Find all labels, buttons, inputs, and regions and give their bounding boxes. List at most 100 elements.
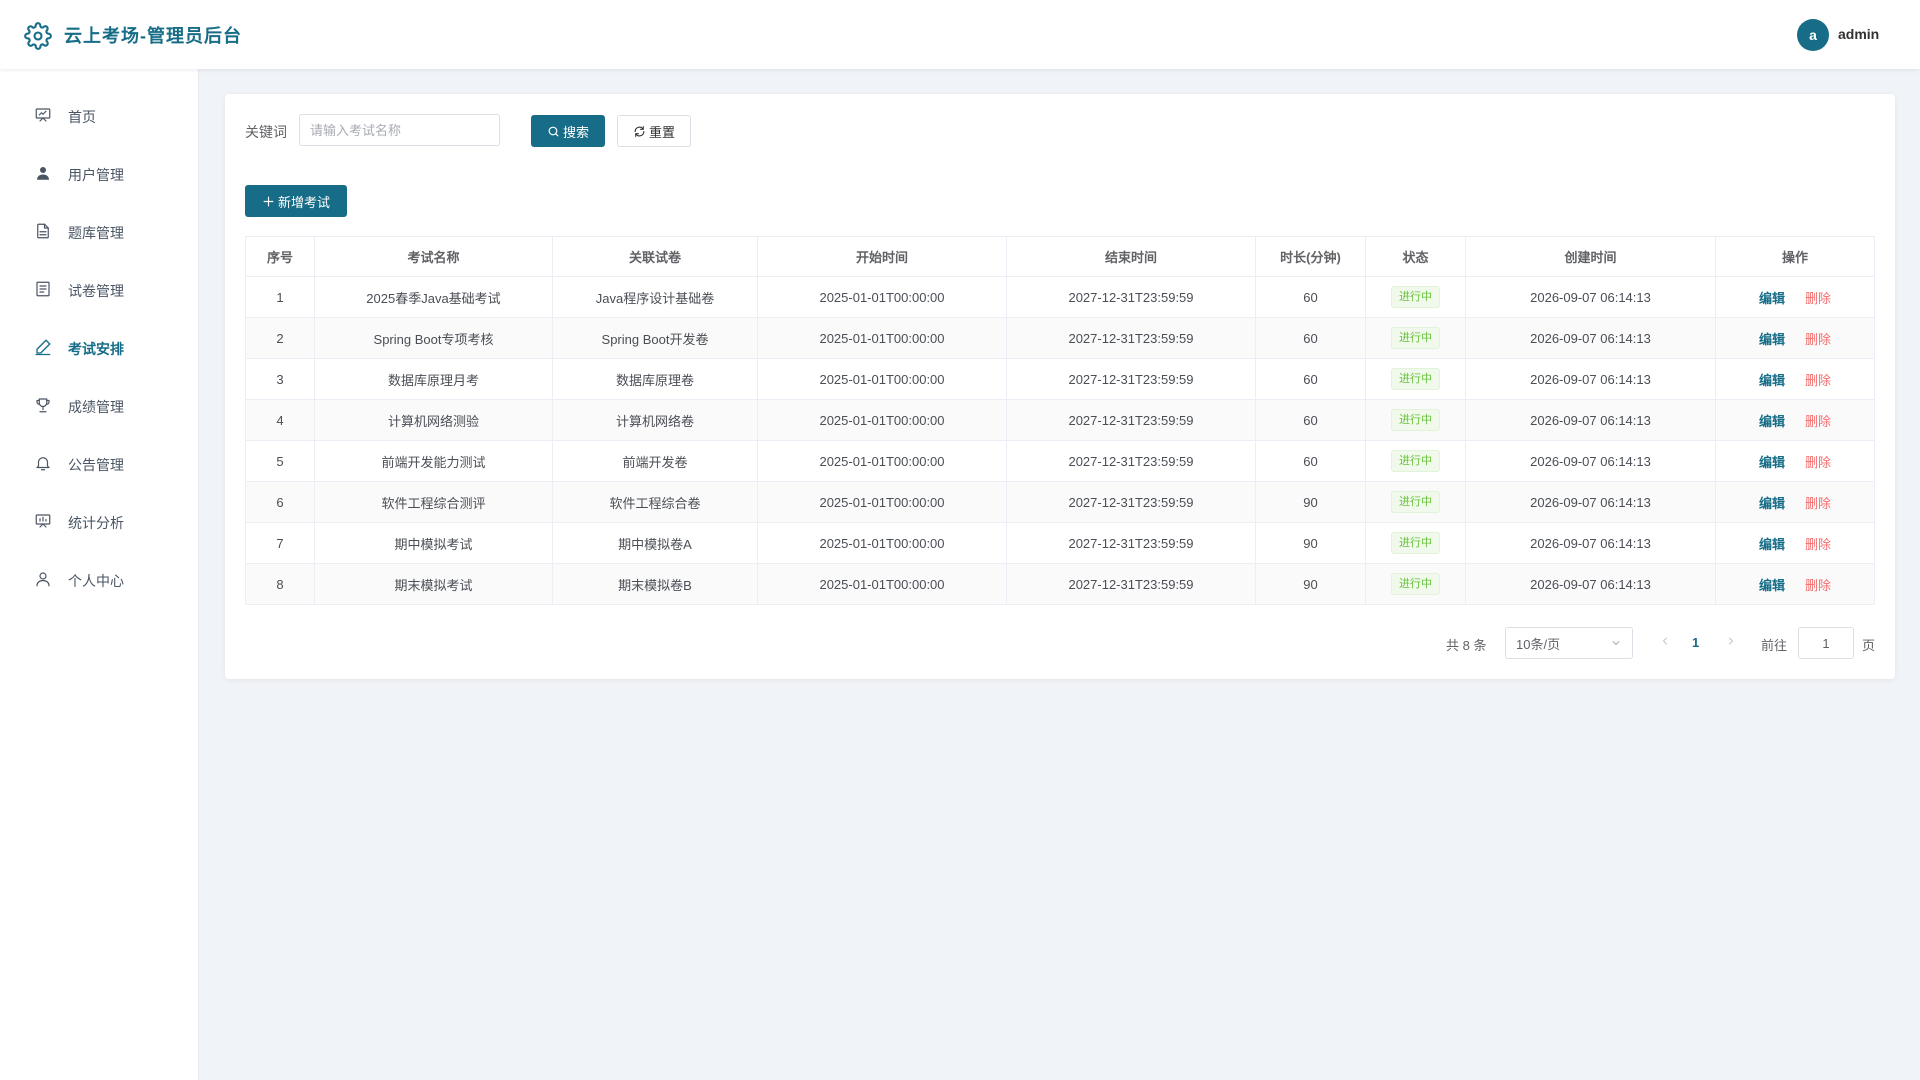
- sidebar-item-announcements[interactable]: 公告管理: [0, 441, 199, 485]
- sidebar-item-label: 考试安排: [68, 341, 124, 357]
- cell-paper: 期末模拟卷B: [552, 563, 758, 605]
- edit-button[interactable]: 编辑: [1759, 496, 1785, 511]
- cell-duration: 60: [1255, 399, 1366, 441]
- add-exam-button[interactable]: 新增考试: [245, 185, 347, 217]
- sidebar: 首页 用户管理 题库管理 试卷管理 考试安排 成绩管理 公告管理 统计分析 个人…: [0, 69, 199, 1080]
- user-icon: [37, 167, 49, 180]
- sidebar-item-question-bank[interactable]: 题库管理: [0, 209, 199, 253]
- cell-end-time: 2027-12-31T23:59:59: [1006, 563, 1256, 605]
- edit-button[interactable]: 编辑: [1759, 291, 1785, 306]
- delete-button[interactable]: 删除: [1805, 291, 1831, 306]
- cell-actions: 编辑 删除: [1715, 276, 1875, 318]
- trophy-icon: [36, 398, 50, 413]
- table-row: 6 软件工程综合测评 软件工程综合卷 2025-01-01T00:00:00 2…: [245, 481, 1875, 523]
- cell-paper: Java程序设计基础卷: [552, 276, 758, 318]
- cell-actions: 编辑 删除: [1715, 522, 1875, 564]
- table-row: 8 期末模拟考试 期末模拟卷B 2025-01-01T00:00:00 2027…: [245, 563, 1875, 605]
- sidebar-item-statistics[interactable]: 统计分析: [0, 499, 199, 543]
- goto-page-input[interactable]: [1798, 627, 1854, 659]
- cell-duration: 90: [1255, 481, 1366, 523]
- sidebar-item-label: 试卷管理: [68, 283, 124, 299]
- document-icon: [37, 223, 49, 239]
- cell-actions: 编辑 删除: [1715, 481, 1875, 523]
- sidebar-item-label: 题库管理: [68, 225, 124, 241]
- sidebar-item-papers[interactable]: 试卷管理: [0, 267, 199, 311]
- edit-button[interactable]: 编辑: [1759, 537, 1785, 552]
- username[interactable]: admin: [1838, 26, 1879, 42]
- table-row: 3 数据库原理月考 数据库原理卷 2025-01-01T00:00:00 202…: [245, 358, 1875, 400]
- cell-paper: 计算机网络卷: [552, 399, 758, 441]
- column-header: 创建时间: [1465, 236, 1716, 277]
- cell-end-time: 2027-12-31T23:59:59: [1006, 276, 1256, 318]
- cell-created-time: 2026-09-07 06:14:13: [1465, 317, 1716, 359]
- sidebar-item-label: 用户管理: [68, 167, 124, 183]
- keyword-input[interactable]: [299, 114, 500, 146]
- delete-button[interactable]: 删除: [1805, 537, 1831, 552]
- cell-created-time: 2026-09-07 06:14:13: [1465, 563, 1716, 605]
- delete-button[interactable]: 删除: [1805, 373, 1831, 388]
- cell-exam-name: 期末模拟考试: [314, 563, 553, 605]
- cell-status: 进行中: [1365, 399, 1466, 441]
- cell-status: 进行中: [1365, 481, 1466, 523]
- edit-button[interactable]: 编辑: [1759, 455, 1785, 470]
- status-badge: 进行中: [1391, 450, 1440, 472]
- sidebar-item-profile[interactable]: 个人中心: [0, 557, 199, 601]
- sidebar-item-label: 成绩管理: [68, 399, 124, 415]
- edit-button[interactable]: 编辑: [1759, 578, 1785, 593]
- cell-start-time: 2025-01-01T00:00:00: [757, 481, 1007, 523]
- cell-end-time: 2027-12-31T23:59:59: [1006, 440, 1256, 482]
- table-header-row: 序号 考试名称 关联试卷 开始时间 结束时间 时长(分钟) 状态 创建时间 操作: [245, 236, 1875, 277]
- sidebar-item-home[interactable]: 首页: [0, 93, 199, 137]
- cell-actions: 编辑 删除: [1715, 317, 1875, 359]
- dashboard-icon: [35, 108, 51, 122]
- goto-label: 前往: [1761, 638, 1788, 653]
- cell-duration: 60: [1255, 440, 1366, 482]
- cell-duration: 60: [1255, 276, 1366, 318]
- cell-exam-name: 期中模拟考试: [314, 522, 553, 564]
- sidebar-item-exam-schedule[interactable]: 考试安排: [0, 325, 199, 369]
- keyword-label: 关键词: [245, 124, 287, 140]
- delete-button[interactable]: 删除: [1805, 332, 1831, 347]
- delete-button[interactable]: 删除: [1805, 455, 1831, 470]
- paper-icon: [36, 281, 50, 297]
- avatar[interactable]: a: [1797, 19, 1829, 51]
- cell-start-time: 2025-01-01T00:00:00: [757, 358, 1007, 400]
- delete-button[interactable]: 删除: [1805, 496, 1831, 511]
- sidebar-item-label: 首页: [68, 109, 96, 125]
- cell-start-time: 2025-01-01T00:00:00: [757, 399, 1007, 441]
- cell-status: 进行中: [1365, 563, 1466, 605]
- next-page-button[interactable]: [1725, 634, 1737, 652]
- exam-table-body: 1 2025春季Java基础考试 Java程序设计基础卷 2025-01-01T…: [245, 276, 1875, 605]
- sidebar-item-scores[interactable]: 成绩管理: [0, 383, 199, 427]
- pen-icon: [35, 339, 51, 356]
- gear-icon: [24, 22, 52, 50]
- column-header: 考试名称: [314, 236, 553, 277]
- column-header: 时长(分钟): [1255, 236, 1366, 277]
- cell-start-time: 2025-01-01T00:00:00: [757, 317, 1007, 359]
- page-number-current[interactable]: 1: [1692, 635, 1699, 650]
- sidebar-item-users[interactable]: 用户管理: [0, 151, 199, 195]
- refresh-icon: [634, 125, 645, 137]
- status-badge: 进行中: [1391, 491, 1440, 513]
- cell-exam-name: 2025春季Java基础考试: [314, 276, 553, 318]
- sidebar-item-label: 公告管理: [68, 457, 124, 473]
- column-header: 结束时间: [1006, 236, 1256, 277]
- edit-button[interactable]: 编辑: [1759, 332, 1785, 347]
- reset-button[interactable]: 重置: [617, 115, 691, 147]
- page-size-select[interactable]: 10条/页: [1505, 627, 1633, 659]
- delete-button[interactable]: 删除: [1805, 578, 1831, 593]
- cell-paper: 数据库原理卷: [552, 358, 758, 400]
- cell-index: 8: [245, 563, 315, 605]
- cell-actions: 编辑 删除: [1715, 399, 1875, 441]
- edit-button[interactable]: 编辑: [1759, 414, 1785, 429]
- cell-created-time: 2026-09-07 06:14:13: [1465, 481, 1716, 523]
- cell-paper: 软件工程综合卷: [552, 481, 758, 523]
- bell-icon: [36, 457, 50, 471]
- cell-duration: 90: [1255, 563, 1366, 605]
- edit-button[interactable]: 编辑: [1759, 373, 1785, 388]
- cell-end-time: 2027-12-31T23:59:59: [1006, 522, 1256, 564]
- prev-page-button[interactable]: [1659, 634, 1671, 652]
- delete-button[interactable]: 删除: [1805, 414, 1831, 429]
- app-title: 云上考场-管理员后台: [64, 26, 242, 46]
- search-button[interactable]: 搜索: [531, 115, 605, 147]
